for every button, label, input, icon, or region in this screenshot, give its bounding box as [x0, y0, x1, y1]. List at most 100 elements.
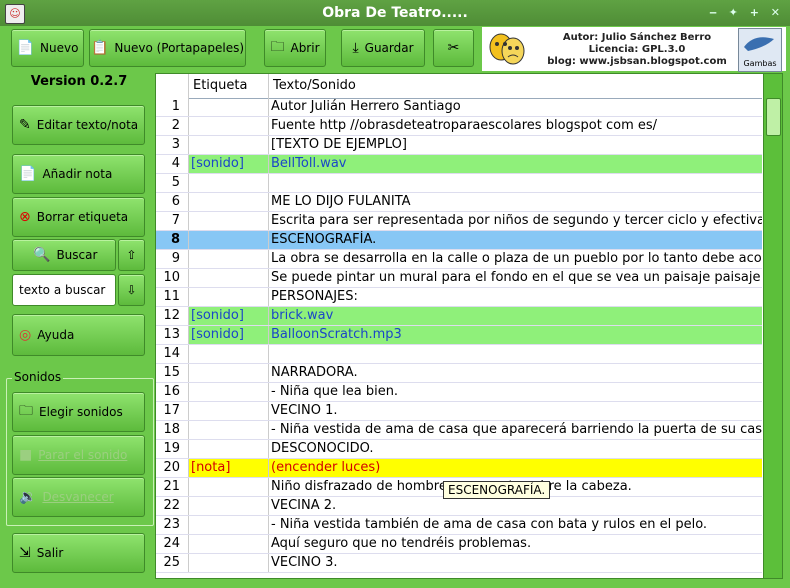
text-cell[interactable]: La obra se desarrolla en la calle o plaz…	[269, 250, 762, 268]
tag-cell[interactable]	[189, 535, 269, 553]
text-cell[interactable]: DESCONOCIDO.	[269, 440, 762, 458]
text-cell[interactable]: VECINO 1.	[269, 402, 762, 420]
table-row[interactable]: 25 VECINO 3.	[156, 554, 762, 573]
tag-cell[interactable]	[189, 288, 269, 306]
stop-sound-button[interactable]: ■ Parar el sonido	[12, 435, 145, 475]
table-row[interactable]: 20 [nota] (encender luces)	[156, 459, 762, 478]
row-number[interactable]: 23	[156, 516, 189, 534]
table-row[interactable]: 8 ESCENOGRAFÍA.	[156, 231, 762, 250]
table-row[interactable]: 24 Aquí seguro que no tendréis problemas…	[156, 535, 762, 554]
row-number[interactable]: 6	[156, 193, 189, 211]
table-row[interactable]: 14	[156, 345, 762, 364]
text-cell[interactable]: [TEXTO DE EJEMPLO]	[269, 136, 762, 154]
tag-cell[interactable]	[189, 193, 269, 211]
table-row[interactable]: 5	[156, 174, 762, 193]
row-number[interactable]: 9	[156, 250, 189, 268]
tag-cell[interactable]	[189, 497, 269, 515]
table-row[interactable]: 19 DESCONOCIDO.	[156, 440, 762, 459]
row-number[interactable]: 4	[156, 155, 189, 173]
table-row[interactable]: 7 Escrita para ser representada por niños…	[156, 212, 762, 231]
table-row[interactable]: 13 [sonido] BalloonScratch.mp3	[156, 326, 762, 345]
tag-cell[interactable]	[189, 136, 269, 154]
search-input[interactable]: texto a buscar	[12, 274, 116, 306]
tag-cell[interactable]: [sonido]	[189, 307, 269, 325]
text-cell[interactable]: - Niña vestida también de ama de casa co…	[269, 516, 762, 534]
add-note-button[interactable]: 📄 Añadir nota	[12, 154, 145, 194]
tag-cell[interactable]	[189, 345, 269, 363]
new-from-clipboard-button[interactable]: 📋 Nuevo (Portapapeles)	[89, 29, 246, 67]
tag-cell[interactable]	[189, 478, 269, 496]
table-row[interactable]: 10 Se puede pintar un mural para el fond…	[156, 269, 762, 288]
row-number[interactable]: 2	[156, 117, 189, 135]
table-row[interactable]: 23 - Niña vestida también de ama de casa…	[156, 516, 762, 535]
search-up-button[interactable]: ⇧	[118, 239, 145, 271]
text-cell[interactable]: - Niña vestida de ama de casa que aparec…	[269, 421, 762, 439]
row-number[interactable]: 3	[156, 136, 189, 154]
text-cell[interactable]: Fuente http //obrasdeteatroparaescolares…	[269, 117, 762, 135]
table-row[interactable]: 11 PERSONAJES:	[156, 288, 762, 307]
script-table[interactable]: Etiqueta Texto/Sonido 1 Autor Julián Herr…	[155, 73, 783, 579]
tag-cell[interactable]	[189, 383, 269, 401]
tag-cell[interactable]: [sonido]	[189, 155, 269, 173]
tag-cell[interactable]	[189, 516, 269, 534]
scrollbar-thumb[interactable]	[766, 98, 781, 136]
text-cell[interactable]: NARRADORA.	[269, 364, 762, 382]
search-down-button[interactable]: ⇩	[118, 274, 145, 306]
tag-cell[interactable]	[189, 554, 269, 572]
choose-sounds-button[interactable]: 🗀 Elegir sonidos	[12, 392, 145, 432]
search-button[interactable]: 🔍 Buscar	[12, 239, 116, 271]
tag-cell[interactable]	[189, 364, 269, 382]
row-number[interactable]: 16	[156, 383, 189, 401]
text-cell[interactable]: ME LO DIJO FULANITA	[269, 193, 762, 211]
row-number[interactable]: 21	[156, 478, 189, 496]
tag-cell[interactable]	[189, 174, 269, 192]
row-number[interactable]: 18	[156, 421, 189, 439]
table-row[interactable]: 3 [TEXTO DE EJEMPLO]	[156, 136, 762, 155]
text-cell[interactable]: Se puede pintar un mural para el fondo e…	[269, 269, 762, 287]
column-header-text[interactable]: Texto/Sonido	[269, 74, 762, 98]
row-number[interactable]: 7	[156, 212, 189, 230]
tag-cell[interactable]: [sonido]	[189, 326, 269, 344]
text-cell[interactable]: VECINO 3.	[269, 554, 762, 572]
tag-cell[interactable]	[189, 98, 269, 116]
help-button[interactable]: ◎ Ayuda	[12, 314, 145, 356]
tag-cell[interactable]	[189, 212, 269, 230]
text-cell[interactable]: ESCENOGRAFÍA.	[269, 231, 762, 249]
row-number[interactable]: 11	[156, 288, 189, 306]
table-row[interactable]: 22 VECINA 2.	[156, 497, 762, 516]
text-cell[interactable]: Escrita para ser representada por niños …	[269, 212, 762, 230]
row-number[interactable]: 8	[156, 231, 189, 249]
new-button[interactable]: 📄 Nuevo	[11, 29, 84, 67]
table-row[interactable]: 9 La obra se desarrolla en la calle o pla…	[156, 250, 762, 269]
table-row[interactable]: 17 VECINO 1.	[156, 402, 762, 421]
row-number[interactable]: 20	[156, 459, 189, 477]
row-number[interactable]: 25	[156, 554, 189, 572]
window-controls[interactable]: ‒ ✦ + ✕	[709, 0, 784, 26]
row-number[interactable]: 10	[156, 269, 189, 287]
open-button[interactable]: 🗀 Abrir	[264, 29, 326, 67]
row-number[interactable]: 12	[156, 307, 189, 325]
text-cell[interactable]: BalloonScratch.mp3	[269, 326, 762, 344]
table-row[interactable]: 18 - Niña vestida de ama de casa que apa…	[156, 421, 762, 440]
table-row[interactable]: 2 Fuente http //obrasdeteatroparaescolare…	[156, 117, 762, 136]
tag-cell[interactable]	[189, 250, 269, 268]
edit-text-note-button[interactable]: ✎ Editar texto/nota	[12, 105, 145, 145]
tag-cell[interactable]: [nota]	[189, 459, 269, 477]
text-cell[interactable]: Autor Julián Herrero Santiago	[269, 98, 762, 116]
table-row[interactable]: 1 Autor Julián Herrero Santiago	[156, 98, 762, 117]
row-number[interactable]: 13	[156, 326, 189, 344]
vertical-scrollbar[interactable]	[763, 74, 782, 578]
exit-button[interactable]: ⇲ Salir	[12, 533, 145, 573]
save-button[interactable]: ⤓ Guardar	[341, 29, 425, 67]
tools-button[interactable]: ✂	[433, 29, 474, 67]
table-row[interactable]: 4 [sonido] BellToll.wav	[156, 155, 762, 174]
row-number[interactable]: 14	[156, 345, 189, 363]
tag-cell[interactable]	[189, 117, 269, 135]
row-number[interactable]: 15	[156, 364, 189, 382]
row-number[interactable]: 22	[156, 497, 189, 515]
text-cell[interactable]: - Niña que lea bien.	[269, 383, 762, 401]
tag-cell[interactable]	[189, 440, 269, 458]
tag-cell[interactable]	[189, 269, 269, 287]
tag-cell[interactable]	[189, 402, 269, 420]
table-row[interactable]: 15 NARRADORA.	[156, 364, 762, 383]
